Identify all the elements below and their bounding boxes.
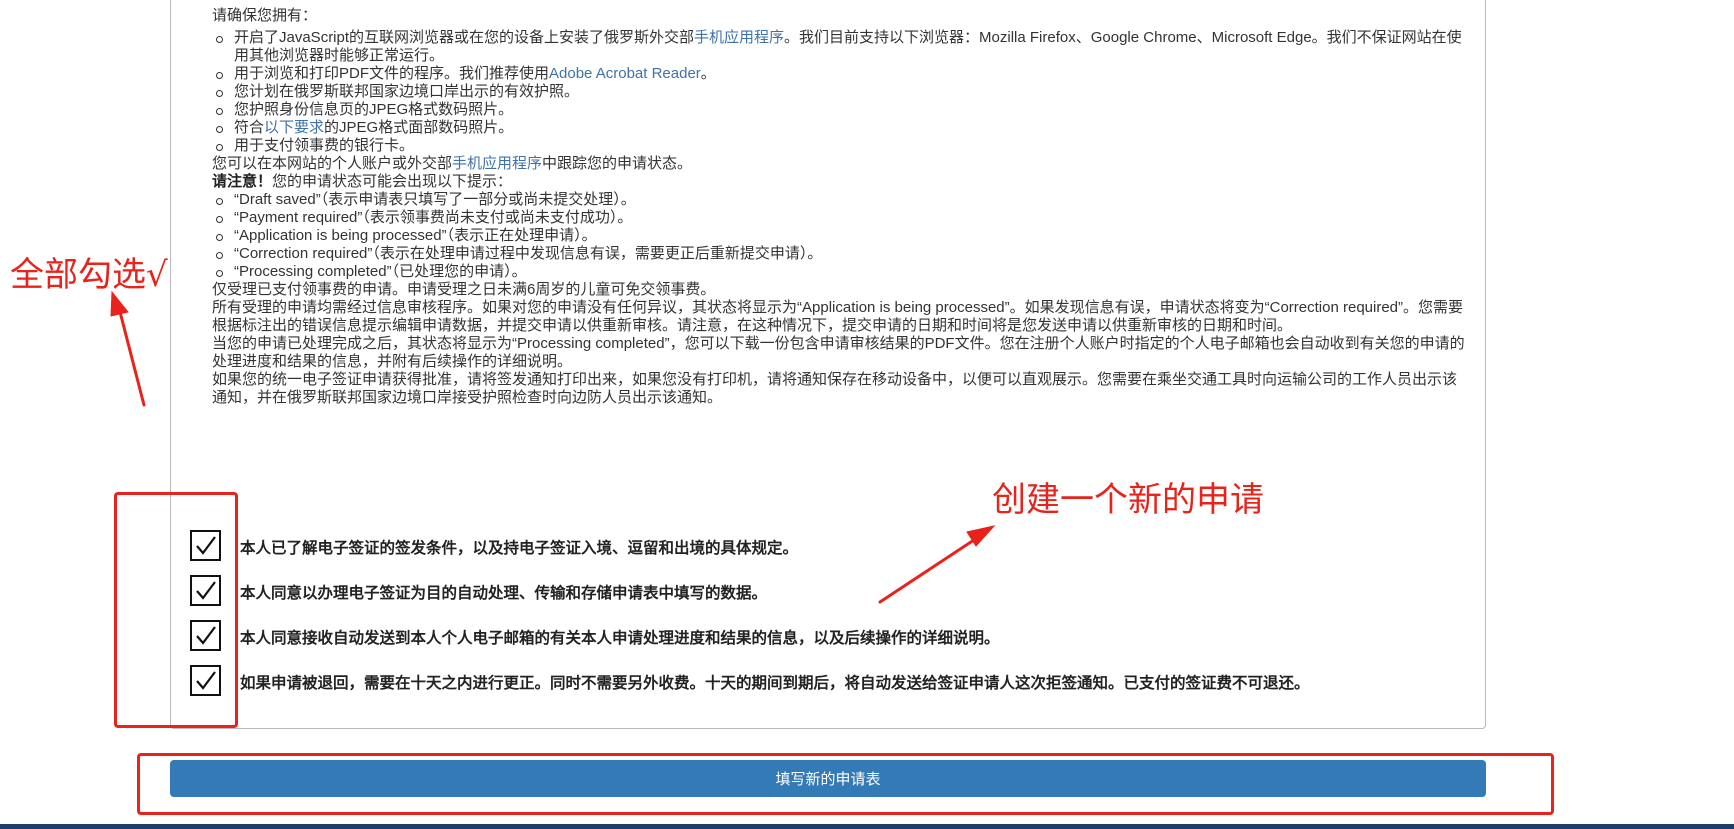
arrow-icon: [878, 525, 996, 604]
annotation-arrows: [110, 290, 996, 604]
arrow-icon: [110, 290, 146, 407]
